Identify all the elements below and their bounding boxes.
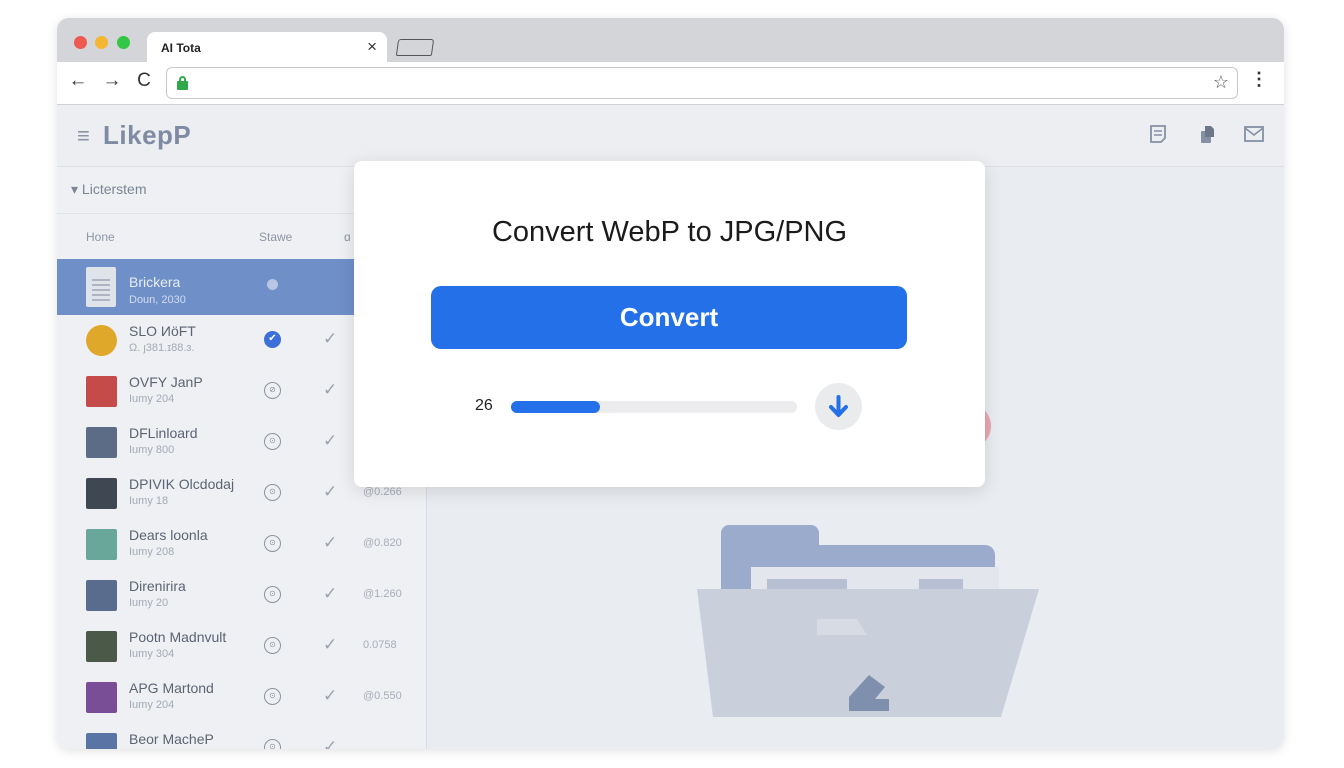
coin-icon <box>86 325 117 356</box>
download-arrow-icon <box>829 395 848 417</box>
app-header: ≡ LikepP <box>57 105 1284 167</box>
file-subtitle: Doun, 2030 <box>129 294 186 306</box>
file-subtitle: Iumy 204 <box>129 393 175 405</box>
file-subtitle: Ω. ȷ381.ɪ88.ɜ. <box>129 342 195 354</box>
status-icon: ⊙ <box>264 688 281 705</box>
photo-icon <box>86 478 117 509</box>
file-name: DPIVIK Olcdodaj <box>129 476 235 492</box>
convert-dialog: Convert WebP to JPG/PNG Convert 26 <box>354 161 985 487</box>
photo-icon <box>86 682 117 713</box>
file-size: @0.820 <box>363 537 402 549</box>
file-list-item[interactable]: Direnirira Iumy 20 ⊙ ✓ @1.260 <box>57 570 426 621</box>
check-icon: ✓ <box>323 686 338 705</box>
photo-icon <box>86 529 117 560</box>
minimize-window-button[interactable] <box>95 36 108 49</box>
tab-close-icon[interactable]: × <box>367 37 377 57</box>
browser-toolbar: ← → C ☆ ⋮ <box>57 62 1284 105</box>
tab-active[interactable]: AI Tota × <box>147 32 387 64</box>
file-subtitle: Iumy 20 <box>129 597 169 609</box>
status-icon: ⊘ <box>264 382 281 399</box>
file-list-item[interactable]: Beor MacheP ⊙ ✓ <box>57 723 426 749</box>
file-size: 0.0758 <box>363 639 397 651</box>
browser-menu-button[interactable]: ⋮ <box>1250 69 1268 90</box>
check-icon: ✓ <box>323 380 338 399</box>
new-tab-button[interactable] <box>395 39 435 56</box>
check-icon: ✓ <box>323 329 338 348</box>
status-icon: ⊙ <box>264 484 281 501</box>
sidebar-title[interactable]: ▾ Licterstem <box>71 181 147 198</box>
check-icon: ✓ <box>323 635 338 654</box>
file-name: DFLinloard <box>129 425 198 441</box>
file-name: Brickera <box>129 274 181 290</box>
reload-button[interactable]: C <box>133 70 155 92</box>
status-icon <box>267 279 278 290</box>
tab-strip: AI Tota × <box>57 18 1284 64</box>
mail-icon[interactable] <box>1243 123 1265 145</box>
check-icon: ✓ <box>323 737 338 749</box>
app-logo: LikepP <box>103 120 192 150</box>
progress-fill <box>511 401 600 413</box>
check-icon: ✓ <box>323 533 338 552</box>
file-name: OVFY JanP <box>129 374 203 390</box>
file-size: @1.260 <box>363 588 402 600</box>
check-icon: ✓ <box>323 482 338 501</box>
file-name: SLO ИöFT <box>129 323 196 339</box>
file-list-item[interactable]: Pootn Madnvult Iumy 304 ⊙ ✓ 0.0758 <box>57 621 426 672</box>
browser-window: AI Tota × ← → C ☆ ⋮ ≡ LikepP ▾ Licterste… <box>57 18 1284 749</box>
download-button[interactable] <box>815 383 862 430</box>
file-list-item[interactable]: Dears loonla Iumy 208 ⊙ ✓ @0.820 <box>57 519 426 570</box>
file-size: @0.266 <box>363 486 402 498</box>
tab-title: AI Tota <box>161 41 201 55</box>
progress-bar <box>511 401 797 413</box>
red-image-icon <box>86 376 117 407</box>
progress-label: 26 <box>475 397 493 414</box>
photo-icon <box>86 427 117 458</box>
forward-button[interactable]: → <box>101 70 123 92</box>
file-subtitle: Iumy 204 <box>129 699 175 711</box>
file-name: Dears loonla <box>129 527 208 543</box>
convert-button[interactable]: Convert <box>431 286 907 349</box>
hamburger-menu-icon[interactable]: ≡ <box>77 123 90 149</box>
file-name: Direnirira <box>129 578 186 594</box>
file-subtitle: Iumy 800 <box>129 444 175 456</box>
address-bar[interactable]: ☆ <box>166 67 1238 99</box>
file-subtitle: Iumy 18 <box>129 495 169 507</box>
file-size: @0.550 <box>363 690 402 702</box>
lock-icon <box>177 76 188 90</box>
photo-icon <box>86 580 117 611</box>
photo-icon <box>86 631 117 662</box>
status-icon: ⊙ <box>264 433 281 450</box>
document-icon <box>86 267 116 307</box>
check-icon: ✓ <box>323 431 338 450</box>
file-name: Beor MacheP <box>129 731 214 747</box>
maximize-window-button[interactable] <box>117 36 130 49</box>
dialog-title: Convert WebP to JPG/PNG <box>491 216 848 248</box>
file-subtitle: Iumy 208 <box>129 546 175 558</box>
file-name: Pootn Madnvult <box>129 629 227 645</box>
column-status[interactable]: Stawe <box>259 230 292 244</box>
photo-icon <box>86 733 117 749</box>
file-subtitle: Iumy 304 <box>129 648 175 660</box>
bookmark-star-icon[interactable]: ☆ <box>1213 72 1229 93</box>
check-icon: ✓ <box>323 584 338 603</box>
file-list-item[interactable]: APG Martond Iumy 204 ⊙ ✓ @0.550 <box>57 672 426 723</box>
document-share-icon[interactable] <box>1196 123 1218 145</box>
column-name[interactable]: Hone <box>86 230 115 244</box>
status-icon: ⊙ <box>264 535 281 552</box>
folder-illustration <box>697 525 1039 717</box>
status-icon: ✔ <box>264 331 281 348</box>
status-icon: ⊙ <box>264 586 281 603</box>
column-extra[interactable]: ɑ <box>344 230 351 244</box>
status-icon: ⊙ <box>264 637 281 654</box>
file-name: APG Martond <box>129 680 214 696</box>
status-icon: ⊙ <box>264 739 281 749</box>
back-button[interactable]: ← <box>67 70 89 92</box>
close-window-button[interactable] <box>74 36 87 49</box>
notes-icon[interactable] <box>1147 123 1169 145</box>
